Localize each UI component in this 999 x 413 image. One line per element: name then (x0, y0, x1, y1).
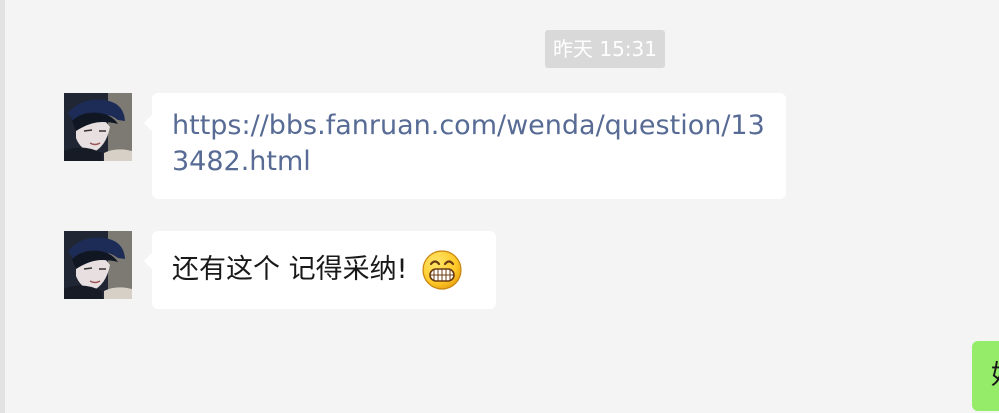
incoming-link-bubble[interactable]: https://bbs.fanruan.com/wenda/question/1… (144, 93, 786, 199)
incoming-text-bubble[interactable]: 还有这个 记得采纳! (144, 231, 496, 309)
shared-link[interactable]: https://bbs.fanruan.com/wenda/question/1… (172, 108, 766, 180)
outgoing-message-bubble[interactable]: 好 (972, 341, 999, 411)
grinning-face-icon (421, 249, 463, 291)
sender-avatar[interactable] (64, 231, 132, 299)
chat-left-divider (0, 0, 5, 413)
message-text: 还有这个 记得采纳! (172, 254, 408, 285)
message-timestamp: 昨天 15:31 (545, 30, 665, 68)
outgoing-message-text: 好 (991, 358, 999, 394)
sender-avatar[interactable] (64, 93, 132, 161)
